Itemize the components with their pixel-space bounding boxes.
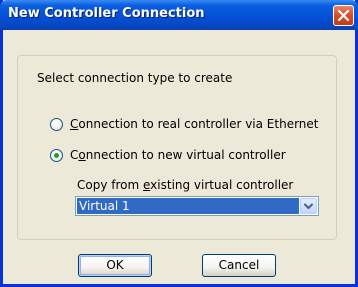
ok-button[interactable]: OK — [78, 254, 152, 277]
copy-from-select-value[interactable]: Virtual 1 — [77, 198, 299, 214]
title-bar[interactable]: New Controller Connection — [0, 0, 358, 30]
radio-real-controller-button[interactable] — [50, 117, 63, 131]
connection-type-prompt: Select connection type to create — [37, 71, 233, 85]
radio-real-controller-label[interactable]: Connection to real controller via Ethern… — [70, 117, 319, 131]
radio-virtual-controller[interactable]: Connection to new virtual controller — [50, 147, 286, 163]
close-icon — [337, 9, 350, 22]
copy-from-select[interactable]: Virtual 1 — [75, 196, 319, 216]
radio-virtual-controller-label[interactable]: Connection to new virtual controller — [70, 148, 286, 162]
copy-from-label: Copy from existing virtual controller — [77, 178, 294, 192]
chevron-down-icon — [304, 203, 313, 209]
radio-real-controller[interactable]: Connection to real controller via Ethern… — [50, 116, 319, 132]
cancel-button[interactable]: Cancel — [202, 254, 276, 277]
dropdown-button[interactable] — [300, 198, 317, 214]
radio-virtual-controller-button[interactable] — [50, 148, 63, 162]
close-button[interactable] — [333, 5, 354, 26]
window-title: New Controller Connection — [8, 6, 205, 21]
